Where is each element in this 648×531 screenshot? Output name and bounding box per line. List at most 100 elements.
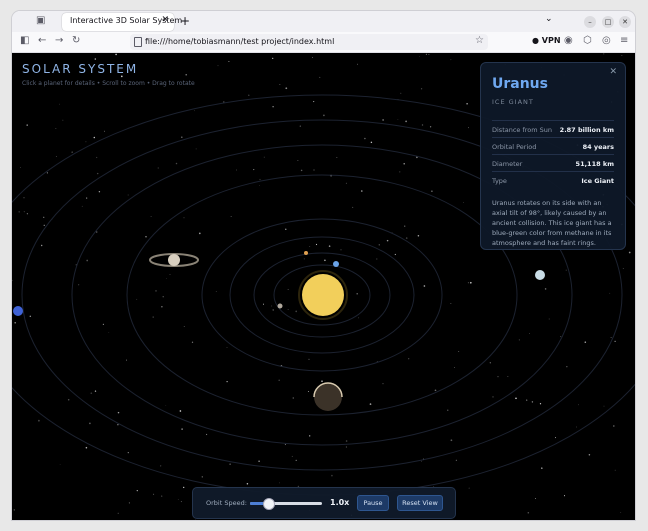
star xyxy=(541,467,543,469)
extensions-icon[interactable]: ⬡ xyxy=(583,35,592,46)
tab-active[interactable]: Interactive 3D Solar System ✕ xyxy=(62,13,182,31)
star xyxy=(621,55,623,56)
planet-neptune[interactable] xyxy=(13,306,23,316)
planet-saturn[interactable] xyxy=(168,254,180,266)
orbit-speed-slider[interactable] xyxy=(250,498,322,510)
star xyxy=(382,119,384,121)
speed-value: 1.0x xyxy=(330,498,350,507)
new-tab-button[interactable]: + xyxy=(180,14,190,28)
planet-venus[interactable] xyxy=(304,251,308,255)
menu-icon[interactable]: ≡ xyxy=(620,35,628,46)
star xyxy=(376,258,378,260)
solar-system-viewport[interactable]: SOLAR SYSTEM Click a planet for details … xyxy=(12,53,635,520)
planet-earth[interactable] xyxy=(333,261,339,267)
star xyxy=(246,483,249,485)
star xyxy=(195,518,196,520)
star xyxy=(94,58,97,60)
star xyxy=(295,310,298,313)
star xyxy=(271,305,273,307)
star xyxy=(127,451,129,454)
star xyxy=(534,497,537,500)
reload-icon[interactable]: ↻ xyxy=(72,35,80,46)
star xyxy=(434,389,437,392)
star xyxy=(612,425,615,427)
minimize-icon[interactable]: – xyxy=(584,16,596,28)
close-window-icon[interactable]: ✕ xyxy=(619,16,631,28)
star xyxy=(181,428,183,430)
star xyxy=(489,362,491,364)
star xyxy=(262,303,265,305)
star xyxy=(259,178,261,181)
star xyxy=(450,303,452,304)
sun[interactable] xyxy=(302,274,344,316)
url-bar[interactable]: file:///home/tobiasmann/test project/ind… xyxy=(130,34,488,50)
tab-close-icon[interactable]: ✕ xyxy=(161,15,169,25)
star xyxy=(183,486,185,489)
planet-mercury[interactable] xyxy=(277,303,283,309)
star xyxy=(117,424,119,426)
star xyxy=(468,127,469,129)
forward-icon[interactable]: → xyxy=(55,35,63,46)
star xyxy=(628,251,631,254)
slider-thumb[interactable] xyxy=(263,498,275,510)
star xyxy=(179,410,182,412)
info-row: Distance from Sun 2.87 billion km xyxy=(492,120,614,137)
close-icon[interactable]: ✕ xyxy=(609,67,617,77)
star xyxy=(206,433,208,436)
star xyxy=(463,202,464,203)
star xyxy=(78,284,80,286)
star xyxy=(492,396,494,398)
star xyxy=(90,392,93,395)
vpn-label: VPN xyxy=(541,36,561,45)
star xyxy=(588,454,591,456)
back-icon[interactable]: ← xyxy=(38,35,46,46)
sidebar-icon[interactable]: ◧ xyxy=(20,35,29,46)
star xyxy=(279,84,281,85)
planet-uranus[interactable] xyxy=(535,270,545,280)
maximize-icon[interactable]: □ xyxy=(602,16,614,28)
star xyxy=(71,151,73,153)
star xyxy=(292,397,294,399)
star xyxy=(161,306,163,308)
star xyxy=(236,169,237,171)
url-text[interactable]: file:///home/tobiasmann/test project/ind… xyxy=(145,37,334,46)
star xyxy=(340,249,342,251)
tab-view-icon[interactable]: ▣ xyxy=(36,15,48,27)
star xyxy=(152,316,154,318)
star xyxy=(217,65,219,67)
chevron-down-icon[interactable]: ⌄ xyxy=(545,14,553,24)
star xyxy=(515,397,517,400)
star xyxy=(469,281,472,284)
star xyxy=(287,309,289,310)
container-icon[interactable]: ◎ xyxy=(602,35,611,46)
star xyxy=(287,289,289,290)
star xyxy=(258,460,260,463)
star xyxy=(405,120,407,123)
star xyxy=(497,376,499,378)
pause-button[interactable]: Pause xyxy=(357,495,389,511)
star xyxy=(507,376,509,377)
star xyxy=(201,476,203,478)
star xyxy=(614,469,616,471)
star xyxy=(324,259,326,262)
star xyxy=(614,340,616,342)
star xyxy=(150,216,152,217)
star xyxy=(89,422,91,425)
reset-view-button[interactable]: Reset View xyxy=(397,495,443,511)
star xyxy=(394,253,396,256)
star xyxy=(312,57,313,58)
star xyxy=(278,379,280,382)
vpn-button[interactable]: ● VPN xyxy=(532,36,561,45)
star xyxy=(153,493,155,495)
star xyxy=(566,366,568,368)
star xyxy=(26,124,28,126)
account-icon[interactable]: ◉ xyxy=(564,35,573,46)
star xyxy=(358,317,360,319)
star xyxy=(14,321,16,324)
star xyxy=(272,57,274,60)
star xyxy=(43,216,45,218)
bookmark-star-icon[interactable]: ☆ xyxy=(475,35,484,46)
star xyxy=(321,380,323,382)
info-key: Distance from Sun xyxy=(492,126,553,134)
star xyxy=(59,464,61,465)
